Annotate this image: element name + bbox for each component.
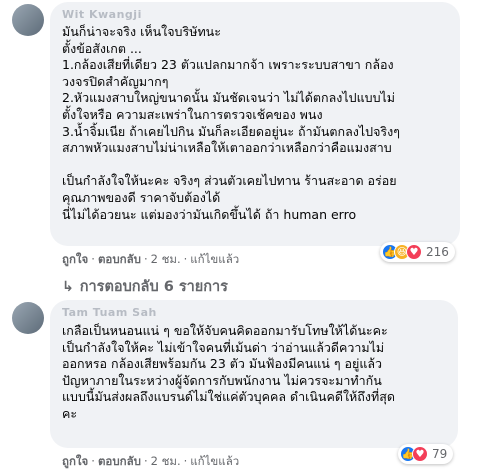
comment-text: มันก็น่าจะจริง เห็นใจบริษัทนะ ตั้งข้อสัง… xyxy=(62,24,400,222)
view-replies-label: การตอบกลับ 6 รายการ xyxy=(79,279,228,295)
timestamp[interactable]: 2 ชม. xyxy=(151,454,181,468)
reply-button[interactable]: ตอบกลับ xyxy=(98,252,141,266)
view-replies-button[interactable]: ↳ การตอบกลับ 6 รายการ xyxy=(62,275,228,298)
love-reaction-icon: ♥ xyxy=(412,446,428,462)
edited-label: แก้ไขแล้ว xyxy=(190,252,240,266)
comment-actions: ถูกใจ · ตอบกลับ · 2 ชม. · แก้ไขแล้ว xyxy=(62,454,240,468)
reaction-count: 216 xyxy=(426,245,449,259)
comment-author[interactable]: Wit Kwangji xyxy=(62,8,142,21)
like-button[interactable]: ถูกใจ xyxy=(62,252,88,266)
avatar[interactable] xyxy=(12,4,44,36)
like-button[interactable]: ถูกใจ xyxy=(62,454,88,468)
timestamp[interactable]: 2 ชม. xyxy=(151,252,181,266)
comment-text: เกลือเป็นหนอนแน่ ๆ ขอให้จับคนคิดออกมารับ… xyxy=(62,323,395,421)
reaction-count: 79 xyxy=(432,447,448,461)
avatar[interactable] xyxy=(12,302,44,334)
comment-author[interactable]: Tam Tuam Sah xyxy=(62,306,157,319)
edited-label: แก้ไขแล้ว xyxy=(190,454,240,468)
reaction-summary[interactable]: 👍 😆 ♥ 216 xyxy=(380,242,455,262)
comment-actions: ถูกใจ · ตอบกลับ · 2 ชม. · แก้ไขแล้ว xyxy=(62,252,240,266)
reply-arrow-icon: ↳ xyxy=(62,278,74,295)
love-reaction-icon: ♥ xyxy=(406,244,422,260)
reply-button[interactable]: ตอบกลับ xyxy=(98,454,141,468)
reaction-summary[interactable]: 👍 ♥ 79 xyxy=(398,444,454,464)
